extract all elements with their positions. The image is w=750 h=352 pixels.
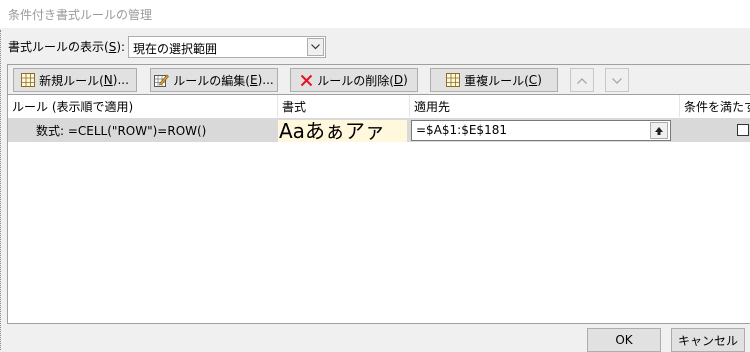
table-row[interactable]: 数式: =CELL("ROW")=ROW() Aaあぁアァ =$A$1:$E$1… bbox=[8, 118, 750, 142]
collapse-range-icon[interactable] bbox=[650, 122, 668, 139]
rules-table: ルール (表示順で適用) 書式 適用先 条件を満たす 数式: =CELL("RO… bbox=[8, 94, 750, 323]
column-header-applies-to[interactable]: 適用先 bbox=[410, 95, 680, 117]
stop-if-true-checkbox[interactable] bbox=[737, 124, 749, 136]
rule-description: 数式: =CELL("ROW")=ROW() bbox=[36, 124, 207, 138]
column-header-rule[interactable]: ルール (表示順で適用) bbox=[8, 95, 278, 117]
window-left-border bbox=[0, 30, 2, 350]
chevron-up-icon bbox=[577, 73, 587, 87]
move-up-button[interactable] bbox=[570, 68, 594, 92]
ok-button[interactable]: OK bbox=[587, 328, 661, 352]
column-header-stop-if-true[interactable]: 条件を満たす bbox=[680, 95, 750, 117]
new-rule-icon bbox=[21, 73, 36, 87]
chevron-down-icon bbox=[612, 73, 622, 87]
window-title: 条件付き書式ルールの管理 bbox=[8, 8, 153, 22]
duplicate-rule-button[interactable]: 重複ルール(C) bbox=[430, 68, 558, 92]
title-bar: 条件付き書式ルールの管理 bbox=[0, 0, 750, 28]
applies-to-input[interactable]: =$A$1:$E$181 bbox=[411, 120, 671, 141]
format-preview: Aaあぁアァ bbox=[278, 120, 407, 142]
show-rules-dropdown[interactable]: 現在の選択範囲 bbox=[128, 36, 326, 58]
move-down-button[interactable] bbox=[605, 68, 629, 92]
column-header-format[interactable]: 書式 bbox=[278, 95, 410, 117]
cancel-button[interactable]: キャンセル bbox=[671, 328, 745, 352]
chevron-down-icon[interactable] bbox=[307, 38, 324, 56]
delete-rule-button[interactable]: ルールの削除(D) bbox=[290, 68, 418, 92]
new-rule-button[interactable]: 新規ルール(N)... bbox=[13, 68, 137, 92]
edit-rule-button[interactable]: ルールの編集(E)... bbox=[150, 68, 278, 92]
show-rules-value: 現在の選択範囲 bbox=[133, 42, 218, 56]
edit-rule-icon bbox=[154, 73, 170, 87]
duplicate-rule-icon bbox=[446, 73, 461, 87]
show-rules-label: 書式ルールの表示(S): bbox=[8, 40, 126, 54]
applies-to-value: =$A$1:$E$181 bbox=[416, 123, 507, 137]
delete-x-icon bbox=[300, 74, 313, 87]
